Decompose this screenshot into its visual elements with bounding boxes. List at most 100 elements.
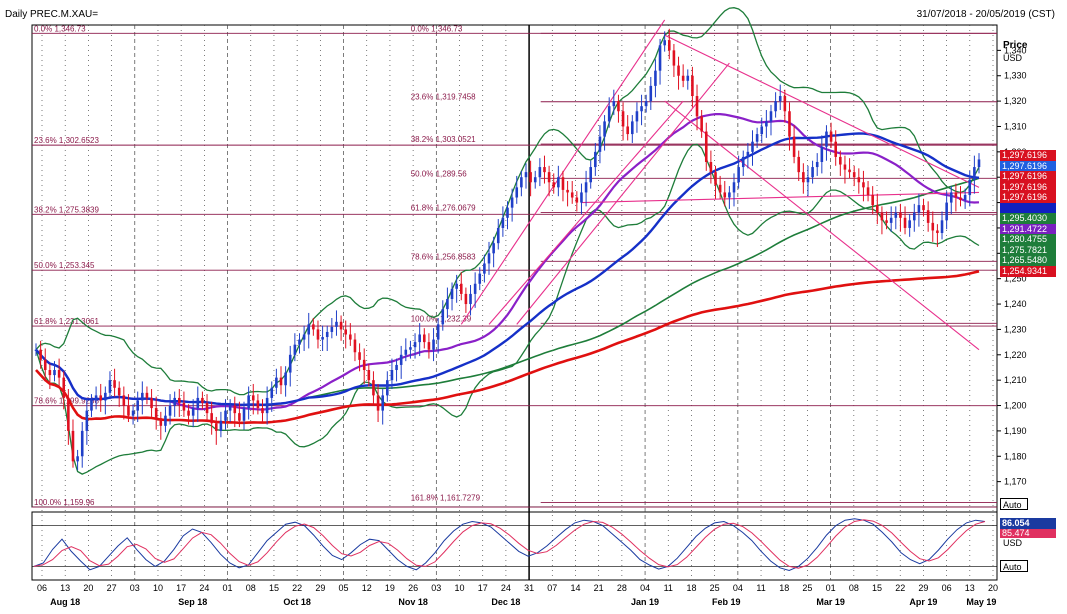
x-day-tick-label: 11: [664, 583, 673, 593]
candle-body: [667, 40, 671, 51]
candle-body: [649, 85, 653, 102]
price-pane[interactable]: [31, 24, 998, 508]
x-day-tick-label: 04: [733, 583, 743, 593]
candle-body: [196, 397, 200, 409]
candle-body: [973, 167, 976, 180]
candle-body: [663, 40, 666, 46]
y-tick-label: 1,180: [1004, 451, 1027, 461]
candle-body: [48, 370, 52, 376]
candle-body: [57, 370, 61, 378]
candle-body: [584, 182, 588, 193]
x-day-tick-label: 28: [617, 583, 627, 593]
candle-body: [270, 387, 274, 398]
candle-body: [85, 410, 89, 431]
candle-body: [94, 395, 98, 401]
candle-body: [695, 96, 699, 117]
candle-body: [238, 413, 241, 421]
candle-body: [136, 400, 139, 411]
chart-svg[interactable]: 0.0% 1,346.73 23.6% 1,302.6523 38.2% 1,275…: [0, 0, 1067, 614]
candle-body: [607, 106, 611, 122]
auto-scale-button-oscillator[interactable]: Auto: [1000, 560, 1028, 572]
candle-body: [723, 192, 727, 198]
candle-body: [561, 177, 565, 190]
candle-body: [825, 131, 828, 147]
candle-body: [751, 141, 754, 152]
x-month-label: Jan 19: [631, 597, 659, 607]
candle-body: [737, 167, 740, 183]
fib-left-label: 50.0% 1,253.345: [34, 261, 95, 270]
candle-body: [894, 212, 898, 218]
y-tick-label: 1,310: [1004, 121, 1027, 131]
candle-body: [108, 380, 112, 393]
y-tick-label: 1,320: [1004, 96, 1027, 106]
candle-body: [390, 370, 394, 381]
x-day-tick-label: 12: [362, 583, 372, 593]
candle-body: [62, 377, 66, 398]
y-tick-label: 1,210: [1004, 375, 1027, 385]
x-day-tick-label: 01: [223, 583, 233, 593]
candle-body: [483, 263, 486, 274]
candle-body: [473, 283, 477, 294]
fib-left-label: 38.2% 1,275.3839: [34, 205, 99, 214]
candle-body: [53, 370, 56, 376]
candle-body: [265, 397, 269, 414]
x-day-tick-label: 24: [501, 583, 511, 593]
oscillator-unit-label: USD: [1003, 538, 1023, 548]
candle-body: [612, 101, 616, 107]
candle-body: [316, 329, 320, 340]
candle-body: [201, 397, 204, 403]
candle-body: [889, 217, 893, 223]
x-month-label: Feb 19: [712, 597, 741, 607]
x-day-tick-label: 25: [802, 583, 812, 593]
x-day-tick-label: 10: [153, 583, 163, 593]
candle-body: [446, 298, 449, 310]
candle-body: [681, 75, 685, 81]
candle-body: [718, 184, 722, 193]
candle-body: [557, 177, 560, 188]
candle-body: [598, 136, 602, 152]
candle-body: [922, 205, 925, 211]
candle-body: [760, 126, 764, 135]
price-tag: 1,297.6196: [1000, 192, 1056, 203]
candle-body: [880, 212, 884, 221]
candle-body: [293, 344, 297, 355]
candle-body: [506, 207, 509, 218]
x-day-tick-label: 17: [478, 583, 488, 593]
candle-body: [242, 408, 246, 421]
candle-body: [811, 167, 814, 178]
candle-body: [603, 121, 606, 137]
candle-body: [182, 402, 186, 411]
candle-body: [815, 161, 819, 168]
candle-body: [113, 380, 116, 388]
x-day-tick-label: 11: [756, 583, 765, 593]
candle-body: [959, 197, 962, 201]
price-tag: 1,275.7821: [1000, 244, 1056, 256]
fib-right-label: 38.2% 1,303.0521: [411, 135, 476, 144]
x-day-tick-label: 25: [710, 583, 720, 593]
candle-body: [279, 377, 283, 386]
candle-body: [783, 96, 787, 112]
candle-body: [778, 96, 782, 102]
candle-body: [908, 220, 911, 228]
candle-body: [658, 45, 662, 71]
candle-body: [99, 395, 103, 401]
x-day-tick-label: 26: [408, 583, 418, 593]
y-tick-label: 1,240: [1004, 299, 1027, 309]
x-day-tick-label: 27: [107, 583, 117, 593]
candle-body: [912, 212, 916, 221]
candle-body: [104, 392, 107, 401]
candle-body: [492, 243, 495, 254]
y-tick-label: 1,220: [1004, 350, 1027, 360]
candle-body: [903, 217, 907, 228]
candle-body: [977, 159, 981, 168]
candle-body: [575, 197, 579, 203]
x-day-tick-label: 08: [849, 583, 859, 593]
candle-body: [395, 364, 398, 371]
candle-body: [376, 395, 380, 411]
candle-body: [34, 349, 38, 351]
candle-body: [538, 167, 542, 178]
candle-body: [741, 156, 745, 168]
auto-scale-button-main[interactable]: Auto: [1000, 498, 1028, 510]
candle-body: [788, 111, 791, 137]
candle-body: [852, 172, 856, 178]
